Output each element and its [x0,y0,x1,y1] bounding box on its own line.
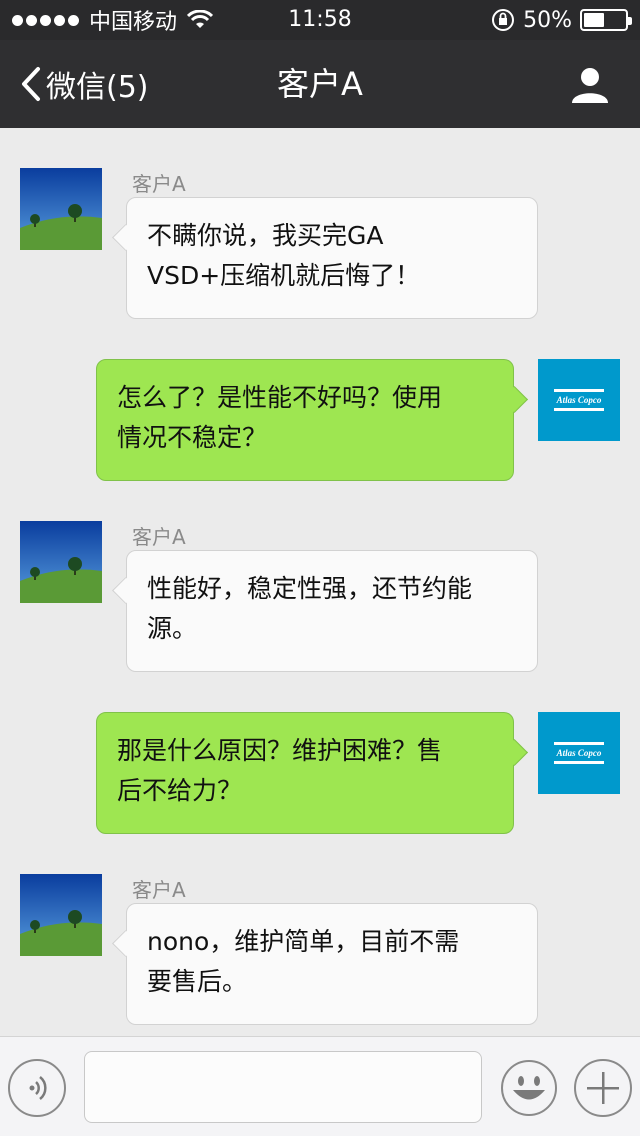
own-avatar-atlas-copco-logo[interactable]: Atlas Copco [538,359,620,441]
emoji-button[interactable] [500,1059,558,1117]
message-line: 源。 [147,614,198,643]
contact-avatar[interactable] [20,521,102,603]
message-line: 情况不稳定？ [117,423,268,452]
outgoing-message-bubble[interactable]: 那是什么原因？维护困难？售 后不给力？ [96,712,514,834]
message-line: 要售后。 [147,967,248,996]
rotation-lock-icon [492,9,515,31]
battery-icon [580,9,632,31]
message-line: 不瞒你说，我买完GA [147,221,384,250]
battery-fill [584,13,604,27]
message-line: VSD+压缩机就后悔了！ [147,261,421,290]
logo-text: Atlas Copco [556,395,602,405]
status-right: 50% [491,7,632,33]
logo-text: Atlas Copco [556,748,602,758]
message-input[interactable] [84,1051,482,1123]
message-line: nono，维护简单，目前不需 [147,927,460,956]
contact-avatar[interactable] [20,168,102,250]
message-line: 那是什么原因？维护困难？售 [117,736,443,765]
message-line: 怎么了？是性能不好吗？使用 [117,383,443,412]
input-toolbar [0,1036,640,1136]
chat-title: 客户A [277,65,363,103]
message-line: 性能好，稳定性强，还节约能 [147,574,473,603]
nav-bar: 微信(5) 客户A [0,40,640,128]
outgoing-message-bubble[interactable]: 怎么了？是性能不好吗？使用 情况不稳定？ [96,359,514,481]
message-line: 后不给力？ [117,776,243,805]
own-avatar-atlas-copco-logo[interactable]: Atlas Copco [538,712,620,794]
contact-profile-icon[interactable] [570,64,610,104]
sender-name: 客户A [132,172,186,196]
voice-input-button[interactable] [8,1059,66,1117]
plus-icon [587,1072,619,1104]
sender-name: 客户A [132,525,186,549]
voice-icon [29,1076,47,1100]
battery-percent: 50% [523,7,572,33]
incoming-message-bubble[interactable]: nono，维护简单，目前不需 要售后。 [126,903,538,1025]
sender-name: 客户A [132,878,186,902]
status-bar: 中国移动 11:58 50% [0,0,640,40]
chat-area[interactable]: 客户A 不瞒你说，我买完GA VSD+压缩机就后悔了！ 怎么了？是性能不好吗？使… [0,128,640,1036]
more-options-button[interactable] [574,1059,632,1117]
contact-avatar[interactable] [20,874,102,956]
incoming-message-bubble[interactable]: 性能好，稳定性强，还节约能 源。 [126,550,538,672]
incoming-message-bubble[interactable]: 不瞒你说，我买完GA VSD+压缩机就后悔了！ [126,197,538,319]
